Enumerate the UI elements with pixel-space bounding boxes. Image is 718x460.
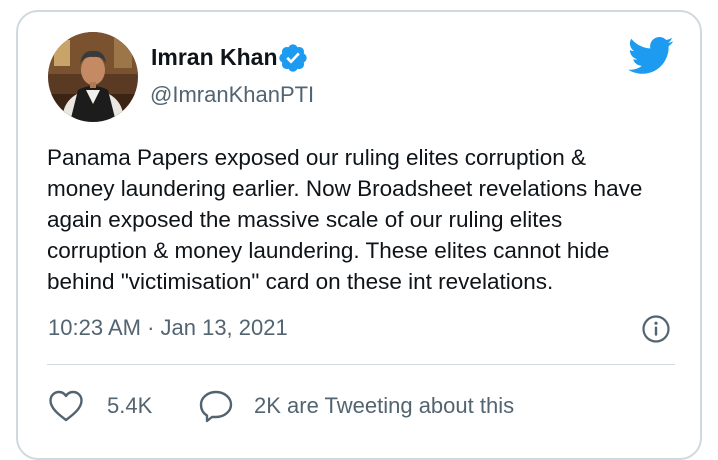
tweet-text: Panama Papers exposed our ruling elites …: [47, 145, 643, 294]
profile-photo-image: [48, 32, 138, 122]
avatar[interactable]: [48, 32, 138, 122]
tweet-timestamp[interactable]: 10:23 AM · Jan 13, 2021: [48, 315, 288, 341]
twitter-bird-icon[interactable]: [628, 36, 674, 76]
like-count: 5.4K: [107, 393, 153, 418]
speech-bubble-icon: [199, 390, 233, 423]
tweeting-about-this-label: 2K are Tweeting about this: [254, 393, 515, 418]
divider: [47, 364, 675, 365]
info-icon[interactable]: [641, 314, 671, 344]
author-display-name[interactable]: Imran Khan: [151, 44, 278, 71]
like-button[interactable]: 5.4K: [48, 386, 152, 426]
tweet-card: Imran Khan @ImranKhanPTI Panama Papers e…: [16, 10, 702, 460]
tweeting-about-this-button[interactable]: 2K are Tweeting about this: [198, 386, 514, 426]
heart-icon: [49, 390, 83, 422]
verified-badge-icon: [279, 44, 307, 72]
author-handle[interactable]: @ImranKhanPTI: [150, 82, 314, 108]
